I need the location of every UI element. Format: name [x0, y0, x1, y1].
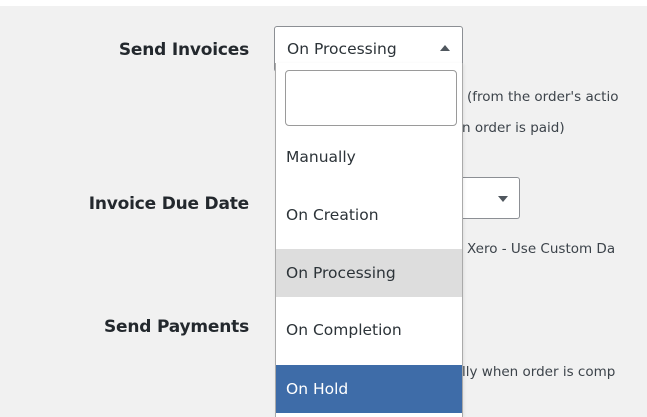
dropdown-search-input[interactable]	[285, 70, 457, 126]
send-invoices-dropdown: Manually On Creation On Processing On Co…	[275, 63, 463, 417]
send-invoices-label: Send Invoices	[118, 40, 249, 60]
send-payments-label: Send Payments	[104, 317, 249, 337]
chevron-down-icon	[498, 196, 508, 202]
dropdown-option-on-processing[interactable]: On Processing	[276, 249, 462, 297]
send-invoices-selected-value: On Processing	[287, 40, 397, 58]
send-invoices-description-line1: (from the order's actio	[467, 89, 619, 105]
dropdown-option-manually[interactable]: Manually	[276, 133, 462, 181]
dropdown-option-on-creation[interactable]: On Creation	[276, 191, 462, 239]
chevron-up-icon	[440, 45, 450, 51]
send-invoices-description-line2: n order is paid)	[462, 120, 565, 136]
dropdown-option-on-hold[interactable]: On Hold	[276, 365, 462, 413]
dropdown-option-on-completion[interactable]: On Completion	[276, 306, 462, 354]
invoice-due-date-label: Invoice Due Date	[88, 194, 249, 214]
send-payments-description: lly when order is comp	[462, 364, 616, 380]
invoice-due-date-description: Xero - Use Custom Da	[467, 241, 616, 257]
